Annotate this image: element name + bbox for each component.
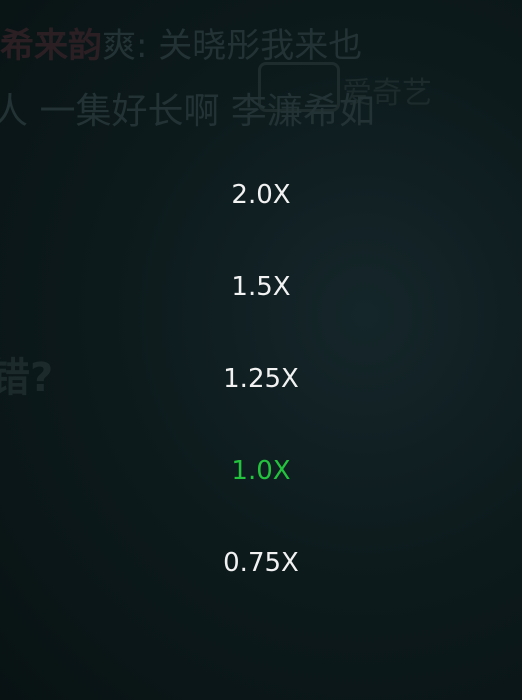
danmaku-username: 希来韵 bbox=[0, 26, 102, 66]
speed-option-2x[interactable]: 2.0X bbox=[0, 165, 522, 225]
player-stage: 希来韵爽: 关晓彤我来也 爱奇艺 人 一集好长啊 李濂希如 错? 2.0X 1.… bbox=[0, 0, 522, 700]
danmaku-line-1: 希来韵爽: 关晓彤我来也 bbox=[0, 18, 362, 67]
danmaku-text: 爽: 关晓彤我来也 bbox=[102, 26, 363, 66]
danmaku-line-2: 人 一集好长啊 李濂希如 bbox=[0, 91, 375, 132]
playback-speed-menu: 2.0X 1.5X 1.25X 1.0X 0.75X bbox=[0, 150, 522, 610]
speed-option-1-5x[interactable]: 1.5X bbox=[0, 257, 522, 317]
speed-option-1-25x[interactable]: 1.25X bbox=[0, 349, 522, 409]
speed-option-1x[interactable]: 1.0X bbox=[0, 441, 522, 501]
speed-option-0-75x[interactable]: 0.75X bbox=[0, 533, 522, 593]
